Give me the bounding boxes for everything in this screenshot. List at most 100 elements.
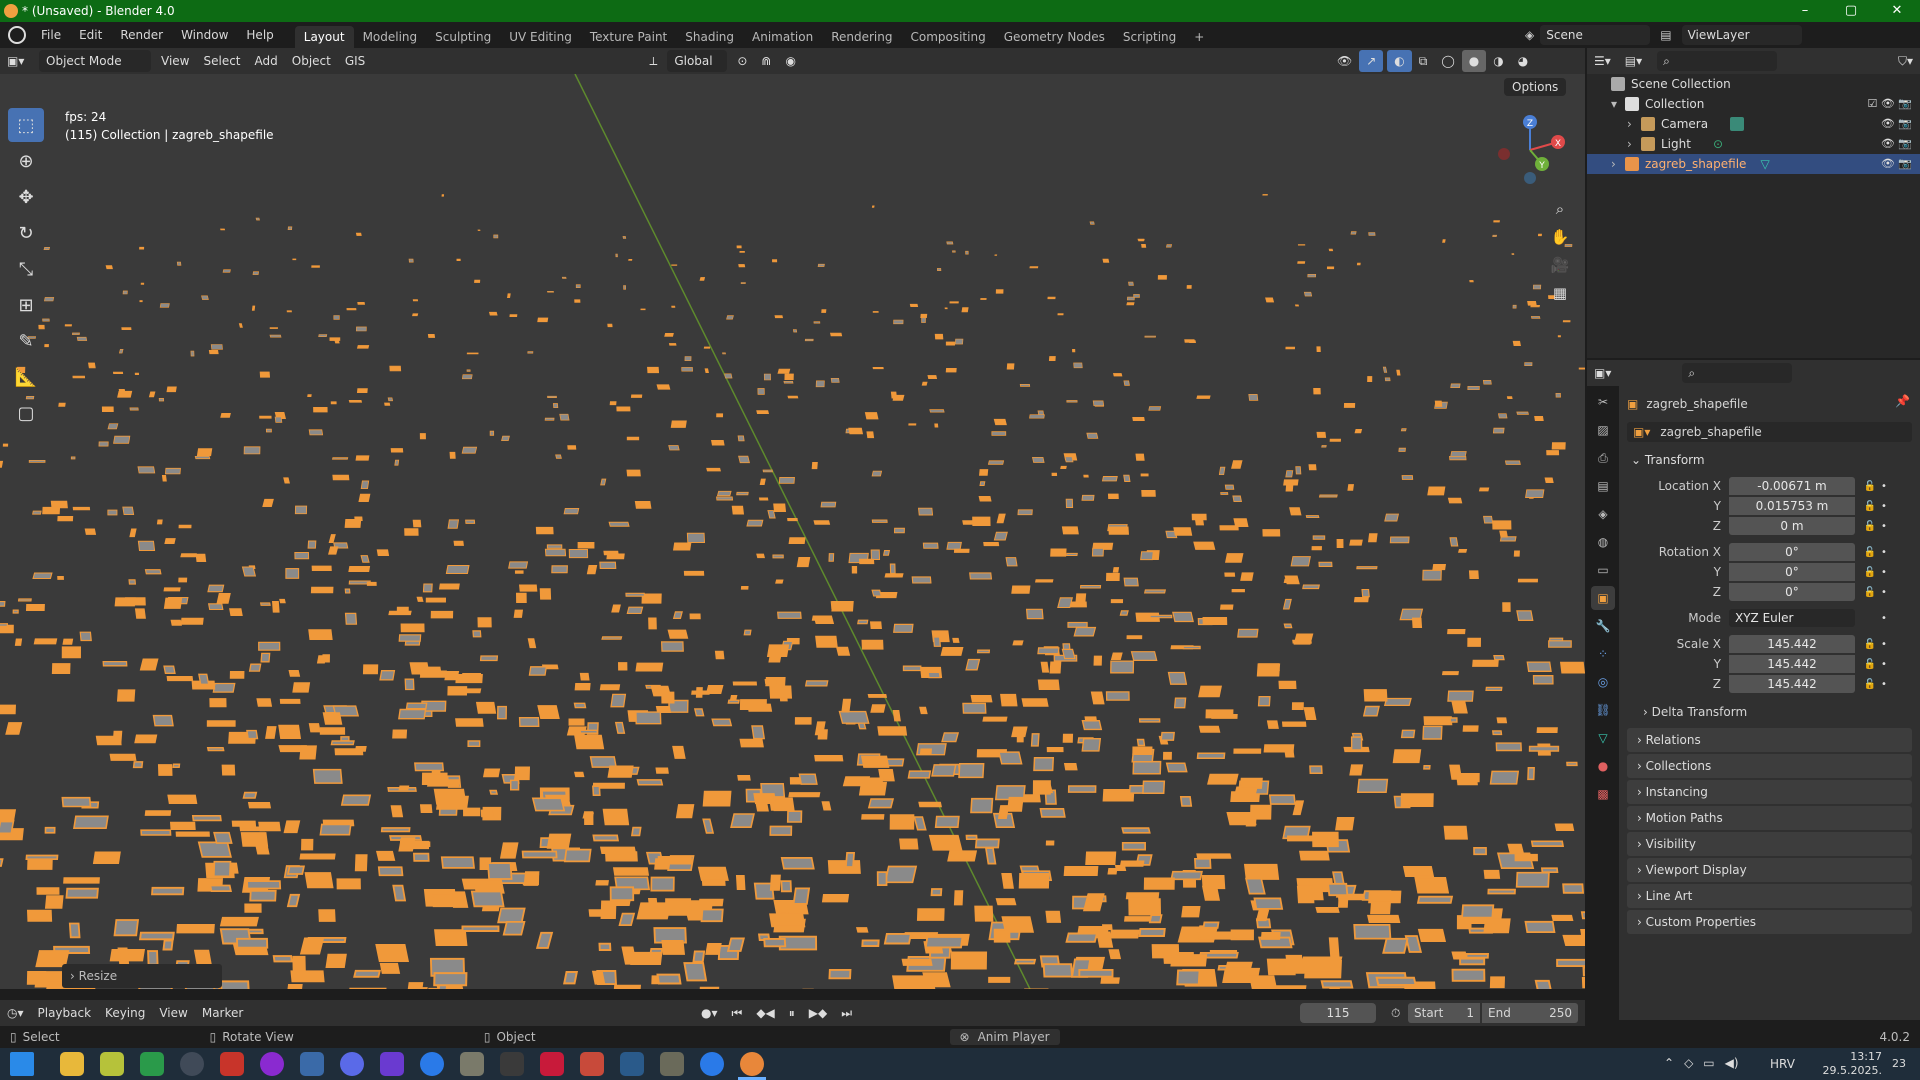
keyframe-dot-icon[interactable]: •: [1879, 521, 1889, 532]
keyframe-dot-icon[interactable]: •: [1879, 567, 1889, 578]
menu-timeline-view[interactable]: View: [152, 1002, 194, 1024]
anim-player-job[interactable]: ⊗ Anim Player: [949, 1029, 1060, 1045]
scale-y-field[interactable]: 145.442: [1729, 655, 1855, 673]
scale-z-field[interactable]: 145.442: [1729, 675, 1855, 693]
cancel-job-icon[interactable]: ⊗: [960, 1030, 970, 1044]
viewlayer-selector[interactable]: ViewLayer: [1681, 25, 1802, 45]
xray-icon[interactable]: ⧉: [1412, 50, 1435, 72]
camera-visibility-icons[interactable]: 👁 📷: [1881, 114, 1912, 134]
inkscape-icon[interactable]: [500, 1052, 524, 1076]
browser-icon[interactable]: [420, 1052, 444, 1076]
outliner-row-scene-collection[interactable]: Scene Collection: [1587, 74, 1920, 94]
windows-start-icon[interactable]: [10, 1052, 34, 1076]
tab-texture-paint[interactable]: Texture Paint: [581, 26, 676, 48]
menu-marker[interactable]: Marker: [195, 1002, 250, 1024]
rotate-tool-icon[interactable]: ↻: [8, 216, 44, 250]
app-icon-1[interactable]: [100, 1052, 124, 1076]
keyframe-dot-icon[interactable]: •: [1879, 501, 1889, 512]
pause-icon[interactable]: ⏸: [782, 1002, 802, 1024]
scene-selector[interactable]: Scene: [1540, 25, 1651, 45]
key-forward-icon[interactable]: ▶◆: [802, 1002, 834, 1024]
object-tab-icon[interactable]: ▣: [1591, 586, 1615, 610]
lock-icon[interactable]: 🔓: [1861, 547, 1879, 558]
system-tray-icons[interactable]: ⌃ ◇ ▭ ◀): [1664, 1056, 1739, 1070]
add-workspace-button[interactable]: +: [1185, 26, 1213, 48]
menu-gis[interactable]: GIS: [338, 50, 372, 72]
minimize-button[interactable]: –: [1782, 0, 1828, 22]
jump-end-icon[interactable]: ⏭: [834, 1002, 859, 1024]
object-datablock-field[interactable]: ▣▾ zagreb_shapefile: [1627, 422, 1912, 442]
scene-tab-icon[interactable]: ◈: [1591, 502, 1615, 526]
lock-icon[interactable]: 🔓: [1861, 567, 1879, 578]
blender-menu-icon[interactable]: [8, 26, 26, 44]
measure-tool-icon[interactable]: 📐: [8, 360, 44, 394]
keyframe-dot-icon[interactable]: •: [1879, 587, 1889, 598]
delta-transform-subpanel[interactable]: › Delta Transform: [1643, 702, 1747, 722]
panel-viewport-display[interactable]: › Viewport Display: [1627, 858, 1912, 882]
world-tab-icon[interactable]: ◍: [1591, 530, 1615, 554]
properties-search-input[interactable]: ⌕: [1682, 363, 1793, 383]
tab-compositing[interactable]: Compositing: [901, 26, 994, 48]
particles-tab-icon[interactable]: ⁘: [1591, 642, 1615, 666]
keyframe-dot-icon[interactable]: •: [1879, 679, 1889, 690]
menu-object[interactable]: Object: [285, 50, 338, 72]
app-icon-4[interactable]: [260, 1052, 284, 1076]
transform-tool-icon[interactable]: ⊞: [8, 288, 44, 322]
notepad-icon[interactable]: [140, 1052, 164, 1076]
tab-sculpting[interactable]: Sculpting: [426, 26, 500, 48]
display-mode-icon[interactable]: ▤▾: [1618, 50, 1649, 72]
pivot-icon[interactable]: ⊙: [730, 50, 754, 72]
tab-geometry-nodes[interactable]: Geometry Nodes: [995, 26, 1114, 48]
lock-icon[interactable]: 🔓: [1861, 501, 1879, 512]
start-frame-field[interactable]: Start 1: [1408, 1003, 1480, 1023]
scale-x-field[interactable]: 145.442: [1729, 635, 1855, 653]
keyframe-dot-icon[interactable]: •: [1879, 639, 1889, 650]
last-operator-panel[interactable]: › Resize: [62, 964, 222, 988]
view-layer-tab-icon[interactable]: ▤: [1591, 474, 1615, 498]
menu-file[interactable]: File: [32, 22, 70, 48]
tab-rendering[interactable]: Rendering: [822, 26, 901, 48]
overlay-toggle-icon[interactable]: ◐: [1387, 50, 1412, 72]
outliner-row-camera[interactable]: › Camera 👁 📷: [1587, 114, 1920, 134]
menu-keying[interactable]: Keying: [98, 1002, 152, 1024]
keyframe-dot-icon[interactable]: •: [1879, 659, 1889, 670]
chevron-up-icon[interactable]: ⌃: [1664, 1056, 1674, 1070]
jump-start-icon[interactable]: ⏮: [725, 1002, 750, 1024]
physics-tab-icon[interactable]: ◎: [1591, 670, 1615, 694]
location-y-field[interactable]: 0.015753 m: [1729, 497, 1855, 515]
panel-custom-properties[interactable]: › Custom Properties: [1627, 910, 1912, 934]
zagreb-visibility-icons[interactable]: 👁 📷: [1881, 154, 1912, 174]
panel-visibility[interactable]: › Visibility: [1627, 832, 1912, 856]
network-icon[interactable]: ▭: [1703, 1056, 1714, 1070]
menu-window[interactable]: Window: [172, 22, 237, 48]
light-data-icon[interactable]: ⊙: [1713, 134, 1723, 154]
texture-tab-icon[interactable]: ▩: [1591, 782, 1615, 806]
gizmo-toggle-icon[interactable]: ↗: [1359, 50, 1384, 72]
cursor-tool-icon[interactable]: ⊕: [8, 144, 44, 178]
rendered-shading-icon[interactable]: ◕: [1511, 50, 1535, 72]
lock-icon[interactable]: 🔓: [1861, 481, 1879, 492]
properties-editor-type-icon[interactable]: ▣▾: [1587, 362, 1618, 384]
menu-playback[interactable]: Playback: [31, 1002, 99, 1024]
blender-taskbar-icon[interactable]: [740, 1052, 764, 1076]
clock[interactable]: 13:17 29.5.2025.: [1798, 1050, 1882, 1078]
chevron-down-icon[interactable]: ▾: [1611, 94, 1625, 114]
stopwatch-icon[interactable]: ⏱: [1384, 1002, 1407, 1024]
modifier-tab-icon[interactable]: 🔧: [1591, 614, 1615, 638]
visibility-icon[interactable]: 👁: [1330, 50, 1359, 72]
menu-view[interactable]: View: [154, 50, 196, 72]
lock-icon[interactable]: 🔓: [1861, 659, 1879, 670]
material-shading-icon[interactable]: ◑: [1486, 50, 1510, 72]
menu-add[interactable]: Add: [248, 50, 285, 72]
3d-viewport[interactable]: [0, 74, 1585, 989]
keyframe-dot-icon[interactable]: •: [1879, 547, 1889, 558]
panel-collections[interactable]: › Collections: [1627, 754, 1912, 778]
material-tab-icon[interactable]: ●: [1591, 754, 1615, 778]
volume-icon[interactable]: ◀): [1725, 1056, 1739, 1070]
outliner-editor-type-icon[interactable]: ☰▾: [1587, 50, 1618, 72]
collection-tab-icon[interactable]: ▭: [1591, 558, 1615, 582]
dropbox-icon[interactable]: ◇: [1684, 1056, 1693, 1070]
perspective-grid-icon[interactable]: ▦: [1546, 280, 1574, 306]
menu-render[interactable]: Render: [111, 22, 172, 48]
panel-line-art[interactable]: › Line Art: [1627, 884, 1912, 908]
